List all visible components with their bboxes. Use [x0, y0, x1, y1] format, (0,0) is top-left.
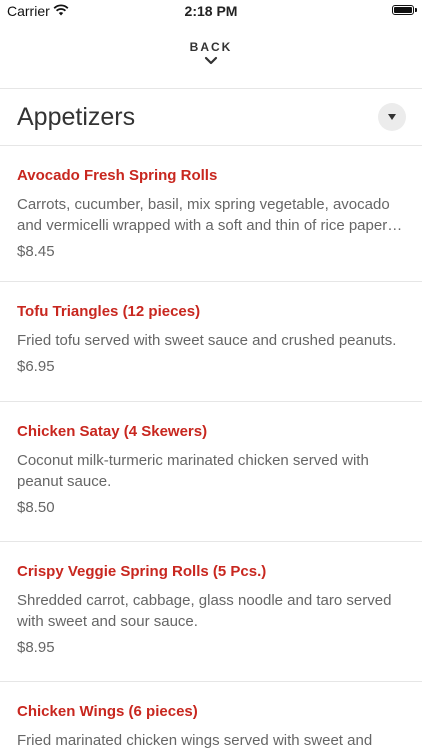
item-price: $8.45 [17, 243, 55, 260]
menu-item[interactable]: Crispy Veggie Spring Rolls (5 Pcs.) Shre… [0, 542, 422, 682]
item-name: Chicken Satay (4 Skewers) [17, 423, 208, 440]
menu-item[interactable]: Chicken Satay (4 Skewers) Coconut milk-t… [0, 402, 422, 542]
clock-time: 2:18 PM [184, 3, 238, 19]
back-button[interactable]: BACK [0, 36, 422, 88]
menu-item[interactable]: Chicken Wings (6 pieces) Fried marinated… [0, 682, 422, 752]
item-price: $8.50 [17, 499, 55, 516]
chevron-down-icon [204, 56, 218, 65]
item-name: Crispy Veggie Spring Rolls (5 Pcs.) [17, 563, 267, 580]
item-description: Coconut milk-turmeric marinated chicken … [17, 452, 369, 490]
item-price: $8.95 [17, 639, 55, 656]
item-description: Carrots, cucumber, basil, mix spring veg… [17, 196, 403, 234]
section-title: Appetizers [17, 103, 136, 131]
back-label: BACK [189, 40, 233, 54]
item-name: Chicken Wings (6 pieces) [17, 703, 198, 720]
section-header: Appetizers [0, 89, 422, 145]
item-description: Shredded carrot, cabbage, glass noodle a… [17, 592, 392, 630]
menu-item-list: Avocado Fresh Spring Rolls Carrots, cucu… [0, 146, 422, 752]
menu-item[interactable]: Avocado Fresh Spring Rolls Carrots, cucu… [0, 146, 422, 282]
item-name: Avocado Fresh Spring Rolls [17, 167, 218, 184]
battery-icon [392, 5, 417, 15]
status-bar: Carrier 2:18 PM [0, 0, 422, 24]
triangle-down-icon [388, 114, 396, 120]
item-description: Fried marinated chicken wings served wit… [17, 732, 373, 749]
item-description: Fried tofu served with sweet sauce and c… [17, 332, 397, 349]
collapse-section-button[interactable] [378, 103, 406, 131]
menu-item[interactable]: Tofu Triangles (12 pieces) Fried tofu se… [0, 282, 422, 402]
item-price: $6.95 [17, 358, 55, 375]
item-name: Tofu Triangles (12 pieces) [17, 303, 201, 320]
